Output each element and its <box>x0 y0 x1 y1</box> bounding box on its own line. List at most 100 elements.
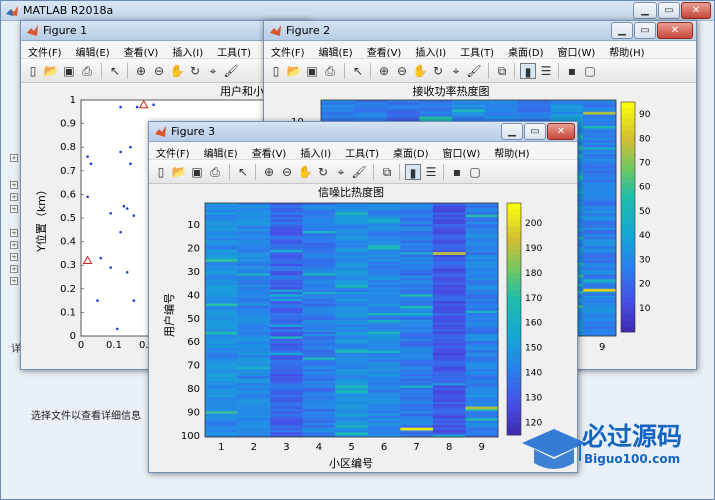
menu-insert[interactable]: 插入(I) <box>165 41 210 59</box>
tree-expand-icon[interactable]: + <box>10 241 18 249</box>
menu-window[interactable]: 窗口(W) <box>551 41 603 59</box>
menu-file[interactable]: 文件(F) <box>21 41 69 59</box>
save-icon[interactable]: ▣ <box>61 63 77 79</box>
menu-file[interactable]: 文件(F) <box>264 41 312 59</box>
menu-tools[interactable]: 工具(T) <box>338 142 386 160</box>
main-close-button[interactable]: ✕ <box>681 2 711 19</box>
figure-3-titlebar[interactable]: Figure 3 ▁ ▭ ✕ <box>149 122 577 142</box>
link-plot-icon[interactable]: ⧉ <box>494 63 510 79</box>
figure-3-minimize-button[interactable]: ▁ <box>501 123 523 140</box>
show-plot-tools-icon[interactable]: ▢ <box>582 63 598 79</box>
heat-cell <box>465 378 499 382</box>
pan-icon[interactable]: ✋ <box>412 63 428 79</box>
menu-window[interactable]: 窗口(W) <box>436 142 488 160</box>
print-icon[interactable]: ⎙ <box>207 164 223 180</box>
heat-cell <box>583 251 617 254</box>
zoom-in-icon[interactable]: ⊕ <box>133 63 149 79</box>
open-file-icon[interactable]: 📂 <box>286 63 302 79</box>
figure-2-titlebar[interactable]: Figure 2 ▁ ▭ ✕ <box>264 21 696 41</box>
tree-expand-icon[interactable]: + <box>10 154 18 162</box>
heat-cell <box>432 397 466 400</box>
tree-expand-icon[interactable]: + <box>10 193 18 201</box>
heat-cell <box>432 369 466 372</box>
hide-plot-tools-icon[interactable]: ▪ <box>564 63 580 79</box>
zoom-out-icon[interactable]: ⊖ <box>151 63 167 79</box>
figure-3-maximize-button[interactable]: ▭ <box>524 123 546 140</box>
tree-expand-icon[interactable]: + <box>10 229 18 237</box>
pointer-icon[interactable]: ↖ <box>107 63 123 79</box>
new-figure-icon[interactable]: ▯ <box>25 63 41 79</box>
menu-edit[interactable]: 编辑(E) <box>69 41 117 59</box>
figure-2-maximize-button[interactable]: ▭ <box>634 22 656 39</box>
rotate-icon[interactable]: ↻ <box>315 164 331 180</box>
figure-2-minimize-button[interactable]: ▁ <box>611 22 633 39</box>
heat-cell <box>237 373 271 377</box>
print-icon[interactable]: ⎙ <box>322 63 338 79</box>
data-cursor-icon[interactable]: ⌖ <box>333 164 349 180</box>
brush-icon[interactable]: 🖌 <box>466 63 482 79</box>
heat-cell <box>432 408 466 412</box>
zoom-out-icon[interactable]: ⊖ <box>279 164 295 180</box>
new-figure-icon[interactable]: ▯ <box>153 164 169 180</box>
menu-file[interactable]: 文件(F) <box>149 142 197 160</box>
data-cursor-icon[interactable]: ⌖ <box>205 63 221 79</box>
menu-tools[interactable]: 工具(T) <box>453 41 501 59</box>
main-titlebar[interactable]: MATLAB R2018a ▁ ▭ ✕ <box>1 1 714 21</box>
figure-2-close-button[interactable]: ✕ <box>657 22 693 39</box>
heat-cell <box>335 352 369 356</box>
tree-expand-icon[interactable]: + <box>10 277 18 285</box>
colorbar-icon[interactable]: ▮ <box>520 63 536 79</box>
hide-plot-tools-icon[interactable]: ▪ <box>449 164 465 180</box>
menu-help[interactable]: 帮助(H) <box>602 41 651 59</box>
zoom-in-icon[interactable]: ⊕ <box>376 63 392 79</box>
heat-cell <box>367 341 401 344</box>
tree-expand-icon[interactable]: + <box>10 265 18 273</box>
menu-insert[interactable]: 插入(I) <box>293 142 338 160</box>
menu-view[interactable]: 查看(V) <box>245 142 294 160</box>
brush-icon[interactable]: 🖌 <box>223 63 239 79</box>
brush-icon[interactable]: 🖌 <box>351 164 367 180</box>
data-cursor-icon[interactable]: ⌖ <box>448 63 464 79</box>
menu-desktop[interactable]: 桌面(D) <box>501 41 551 59</box>
heat-cell <box>465 238 499 241</box>
main-minimize-button[interactable]: ▁ <box>633 2 657 19</box>
pan-icon[interactable]: ✋ <box>169 63 185 79</box>
new-figure-icon[interactable]: ▯ <box>268 63 284 79</box>
legend-icon[interactable]: ☰ <box>423 164 439 180</box>
legend-icon[interactable]: ☰ <box>538 63 554 79</box>
heat-cell <box>583 144 617 148</box>
menu-tools[interactable]: 工具(T) <box>210 41 258 59</box>
save-icon[interactable]: ▣ <box>189 164 205 180</box>
menu-insert[interactable]: 插入(I) <box>408 41 453 59</box>
open-file-icon[interactable]: 📂 <box>43 63 59 79</box>
tree-expand-icon[interactable]: + <box>10 181 18 189</box>
menu-edit[interactable]: 编辑(E) <box>197 142 245 160</box>
save-icon[interactable]: ▣ <box>304 63 320 79</box>
menu-view[interactable]: 查看(V) <box>360 41 409 59</box>
open-file-icon[interactable]: 📂 <box>171 164 187 180</box>
menu-help[interactable]: 帮助(H) <box>487 142 536 160</box>
heat-cell <box>270 261 303 265</box>
tree-expand-icon[interactable]: + <box>10 205 18 213</box>
colorbar-icon[interactable]: ▮ <box>405 164 421 180</box>
main-maximize-button[interactable]: ▭ <box>658 2 680 19</box>
tree-expand-icon[interactable]: + <box>10 253 18 261</box>
heat-cell <box>465 411 499 414</box>
figure-1-ytick-label: 0.9 <box>60 119 76 130</box>
menu-view[interactable]: 查看(V) <box>117 41 166 59</box>
link-plot-icon[interactable]: ⧉ <box>379 164 395 180</box>
menu-desktop[interactable]: 桌面(D) <box>386 142 436 160</box>
pointer-icon[interactable]: ↖ <box>235 164 251 180</box>
zoom-in-icon[interactable]: ⊕ <box>261 164 277 180</box>
print-icon[interactable]: ⎙ <box>79 63 95 79</box>
show-plot-tools-icon[interactable]: ▢ <box>467 164 483 180</box>
menu-edit[interactable]: 编辑(E) <box>312 41 360 59</box>
rotate-icon[interactable]: ↻ <box>430 63 446 79</box>
pan-icon[interactable]: ✋ <box>297 164 313 180</box>
heat-cell <box>465 301 499 304</box>
heat-cell <box>465 364 499 368</box>
pointer-icon[interactable]: ↖ <box>350 63 366 79</box>
figure-3-close-button[interactable]: ✕ <box>547 123 575 140</box>
zoom-out-icon[interactable]: ⊖ <box>394 63 410 79</box>
rotate-icon[interactable]: ↻ <box>187 63 203 79</box>
